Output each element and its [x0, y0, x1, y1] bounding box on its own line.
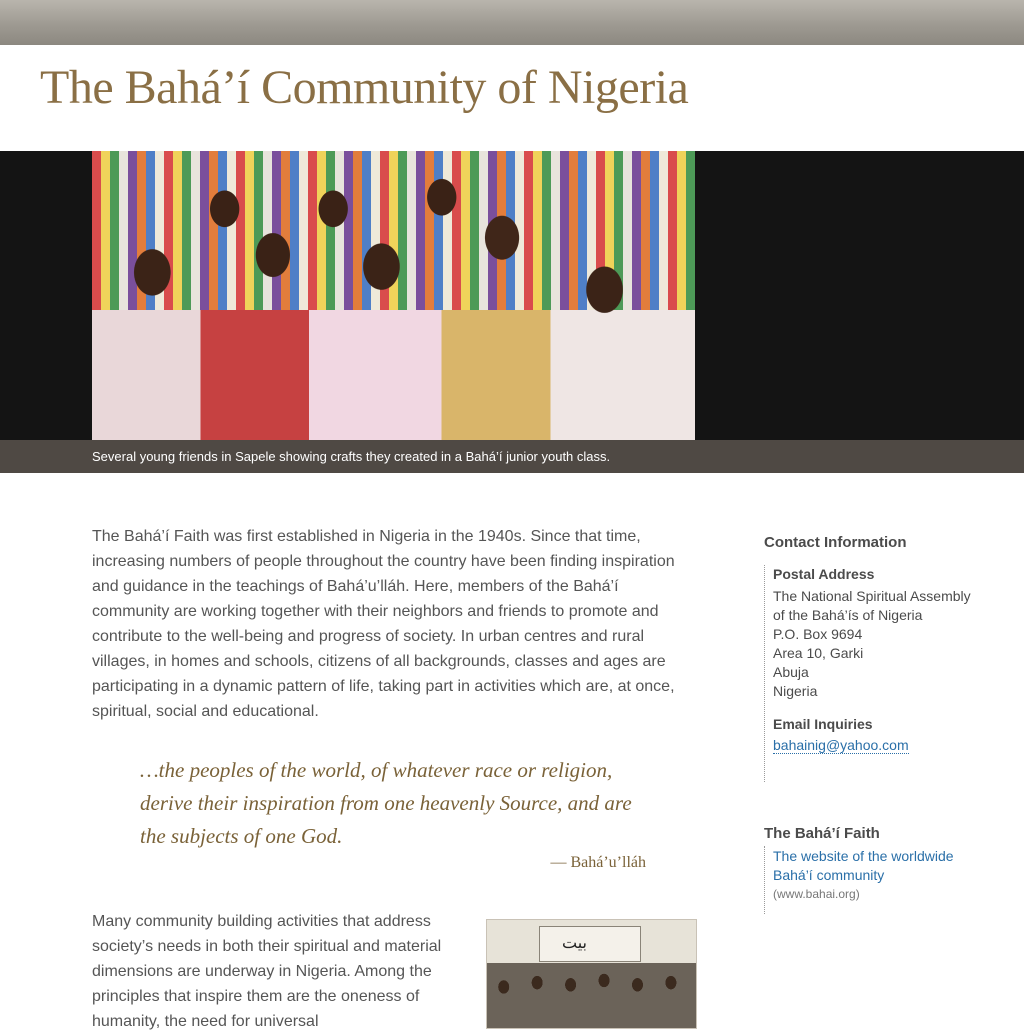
pull-quote: …the peoples of the world, of whatever r… — [140, 758, 632, 848]
contact-heading: Contact Information — [764, 534, 907, 551]
community-photo[interactable]: بيت — [486, 919, 697, 1029]
bahai-website-url: (www.bahai.org) — [773, 887, 860, 901]
intro-paragraph: The Bahá’í Faith was first established i… — [92, 528, 675, 720]
address-line: Nigeria — [773, 683, 818, 699]
quote-attribution: — Bahá’u’lláh — [550, 854, 646, 871]
email-link[interactable]: bahainig@yahoo.com — [773, 737, 909, 754]
address-line: Abuja — [773, 664, 809, 680]
top-gradient-band — [0, 0, 1024, 45]
site-title[interactable]: The Bahá’í Community of Nigeria — [40, 64, 689, 112]
bahai-website-link[interactable]: The website of the worldwide Bahá’í comm… — [773, 847, 993, 885]
address-line: The National Spiritual Assembly — [773, 588, 971, 604]
contact-block: Postal Address The National Spiritual As… — [764, 565, 995, 782]
bahai-faith-block: The website of the worldwide Bahá’í comm… — [764, 846, 995, 914]
body-paragraph: Many community building activities that … — [92, 913, 442, 1030]
bahai-faith-heading: The Bahá’í Faith — [764, 825, 880, 842]
photo-sign-text: بيت — [562, 933, 587, 952]
address-line: P.O. Box 9694 — [773, 626, 863, 642]
email-inquiries-label: Email Inquiries — [773, 716, 873, 732]
hero-caption: Several young friends in Sapele showing … — [92, 449, 611, 464]
address-line: Area 10, Garki — [773, 645, 864, 661]
postal-address-label: Postal Address — [773, 566, 875, 582]
hero-photo-people — [92, 151, 695, 440]
hero-photo — [92, 151, 695, 440]
address-line: of the Bahá’ís of Nigeria — [773, 607, 923, 623]
photo-sign: بيت — [539, 926, 641, 962]
